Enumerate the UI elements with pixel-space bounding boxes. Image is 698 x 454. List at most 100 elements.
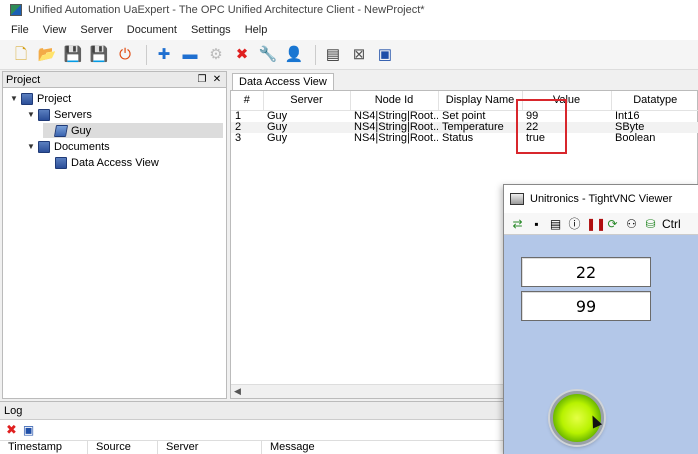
clear-log-icon[interactable]: ✖: [6, 422, 17, 438]
save-as-icon[interactable]: 💾: [88, 44, 110, 66]
cell-display-name: Set point: [442, 110, 486, 122]
project-panel-header: Project ❐ ✕: [3, 72, 226, 88]
horizontal-scrollbar[interactable]: ◀: [231, 384, 505, 398]
save-project-icon[interactable]: 💾: [62, 44, 84, 66]
save-log-icon[interactable]: ▣: [23, 423, 34, 437]
close-panel-icon[interactable]: ✕: [211, 74, 223, 85]
add-server-icon[interactable]: ✚: [153, 44, 175, 66]
settings-wrench-icon[interactable]: 🔧: [257, 44, 279, 66]
menu-help[interactable]: Help: [238, 24, 275, 36]
chevron-down-icon[interactable]: ▼: [26, 110, 36, 119]
tree-item-label: Servers: [54, 108, 92, 121]
cell-num: 3: [235, 132, 242, 144]
col-server[interactable]: Server: [263, 91, 351, 111]
table-row[interactable]: 1 Guy NS4|String|Root... Set point 99 In…: [231, 110, 698, 122]
table-row[interactable]: 3 Guy NS4|String|Root... Status true Boo…: [231, 133, 698, 144]
main-toolbar: 🗋 📂 💾 💾 ⏻ ✚ ▬ ⚙ ✖ 🔧 👤 ▤ ⊠ ▣: [0, 40, 698, 70]
cell-datatype: Boolean: [615, 132, 656, 144]
tree-item-documents[interactable]: ▼ Documents: [26, 139, 110, 154]
float-panel-icon[interactable]: ❐: [196, 74, 208, 85]
project-panel: Project ❐ ✕ ▼ Project ▼ Servers Guy ▼ Document…: [2, 71, 227, 399]
cell-server: Guy: [263, 121, 350, 133]
log-toolbar: ✖ ▣: [0, 420, 503, 440]
new-project-icon[interactable]: 🗋: [10, 44, 32, 66]
user-icon[interactable]: 👤: [283, 44, 305, 66]
tree-item-servers[interactable]: ▼ Servers: [26, 107, 92, 122]
delete-icon[interactable]: ✖: [231, 44, 253, 66]
chevron-down-icon[interactable]: ▼: [26, 142, 36, 151]
menu-document[interactable]: Document: [120, 24, 184, 36]
cell-server: Guy: [267, 110, 288, 122]
table-header: # Server Node Id Display Name Value Data…: [231, 91, 698, 111]
vnc-remote-screen[interactable]: 22 99: [504, 235, 698, 454]
col-num[interactable]: #: [231, 91, 264, 111]
log-col-source[interactable]: Source: [88, 441, 158, 454]
vnc-toolbar: ⇄ ▪ ▤ ⓘ ❚❚ ⟳ ⚇ ⛁ Ctrl: [504, 213, 698, 235]
tree-item-project[interactable]: ▼ Project: [9, 91, 71, 106]
folder-icon: [38, 108, 50, 121]
cell-display-name: Temperature: [438, 121, 522, 133]
document-icon[interactable]: ▤: [322, 44, 344, 66]
temperature-display: 22: [521, 257, 651, 287]
toolbar-separator: [315, 44, 316, 65]
table-row[interactable]: 2 Guy NS4|String|Root... Temperature 22 …: [231, 121, 698, 133]
document-tabstrip: Data Access View: [228, 71, 698, 90]
log-col-message[interactable]: Message: [262, 441, 422, 454]
data-access-table: # Server Node Id Display Name Value Data…: [231, 91, 698, 144]
connect-icon[interactable]: ⚙: [205, 44, 227, 66]
tree-item-label: Data Access View: [71, 156, 159, 169]
ctrl-key-label[interactable]: Ctrl: [662, 217, 681, 231]
col-datatype[interactable]: Datatype: [611, 91, 698, 111]
scroll-left-icon[interactable]: ◀: [234, 386, 241, 397]
cell-display-name: Status: [442, 132, 474, 144]
cell-num: 2: [231, 121, 263, 133]
toolbar-separator: [146, 44, 147, 65]
tree-item-guy[interactable]: Guy: [43, 123, 223, 138]
menu-bar: File View Server Document Settings Help: [0, 20, 698, 40]
folder-icon: [38, 140, 50, 153]
pause-icon[interactable]: ❚❚: [586, 217, 606, 231]
menu-file[interactable]: File: [4, 24, 36, 36]
save-icon[interactable]: ▪: [529, 217, 544, 231]
log-panel: Log ✖ ▣ Timestamp Source Server Message: [0, 401, 503, 454]
window-icon[interactable]: ▣: [374, 44, 396, 66]
vnc-app-icon: [510, 193, 524, 205]
options-icon[interactable]: ▤: [548, 217, 563, 231]
connection-icon[interactable]: ⇄: [510, 217, 525, 231]
menu-view[interactable]: View: [36, 24, 74, 36]
log-columns: Timestamp Source Server Message: [0, 440, 503, 454]
tree-item-label: Documents: [54, 140, 110, 153]
setpoint-display: 99: [521, 291, 651, 321]
close-document-icon[interactable]: ⊠: [348, 44, 370, 66]
col-display-name[interactable]: Display Name: [438, 91, 523, 111]
chevron-down-icon[interactable]: ▼: [9, 94, 19, 103]
menu-settings[interactable]: Settings: [184, 24, 238, 36]
open-project-icon[interactable]: 📂: [36, 44, 58, 66]
ctrl-icon[interactable]: ⛁: [643, 217, 658, 231]
menu-server[interactable]: Server: [73, 24, 119, 36]
project-panel-title: Project: [6, 73, 41, 86]
log-col-server[interactable]: Server: [158, 441, 262, 454]
folder-icon: [21, 92, 33, 105]
transfer-icon[interactable]: ⚇: [624, 217, 639, 231]
remove-server-icon[interactable]: ▬: [179, 44, 201, 66]
log-col-timestamp[interactable]: Timestamp: [0, 441, 88, 454]
cell-node-id: NS4|String|Root...: [354, 132, 438, 144]
cell-datatype: Int16: [615, 110, 640, 122]
tab-data-access-view[interactable]: Data Access View: [232, 73, 334, 90]
cell-num: 1: [235, 110, 242, 122]
col-node-id[interactable]: Node Id: [350, 91, 439, 111]
info-icon[interactable]: ⓘ: [567, 215, 582, 232]
folder-icon: [55, 156, 67, 169]
app-icon: [10, 4, 22, 16]
tree-item-label: Guy: [71, 124, 92, 137]
refresh-icon[interactable]: ⟳: [605, 217, 620, 231]
disconnect-power-icon[interactable]: ⏻: [114, 44, 136, 66]
cell-server: Guy: [267, 132, 288, 144]
title-bar: Unified Automation UaExpert - The OPC Un…: [0, 0, 698, 20]
cell-datatype: SByte: [611, 121, 698, 133]
window-title: Unified Automation UaExpert - The OPC Un…: [28, 4, 425, 16]
cell-node-id: NS4|String|Root...: [354, 110, 438, 122]
tree-item-data-access-view[interactable]: Data Access View: [43, 155, 159, 170]
log-panel-title: Log: [0, 402, 503, 420]
